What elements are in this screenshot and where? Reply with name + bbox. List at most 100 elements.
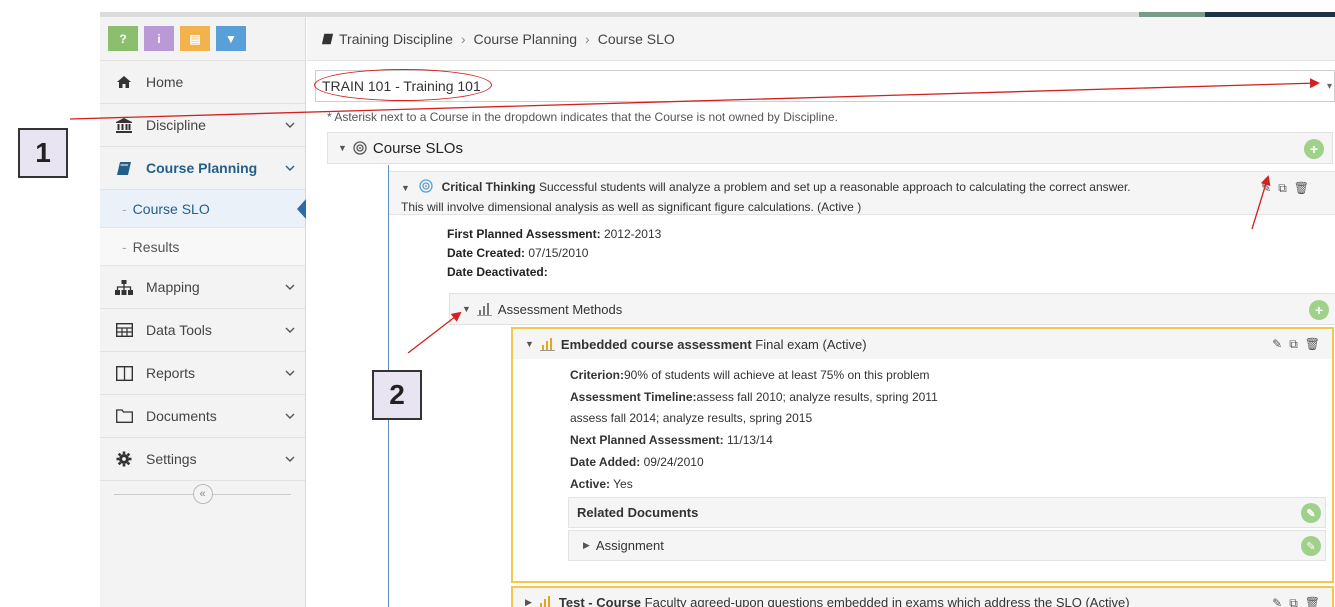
method-subtitle: Final exam (Active): [755, 336, 867, 352]
critical-thinking-header[interactable]: ▼ Critical Thinking Successful students …: [389, 171, 1335, 215]
slo-title: Critical Thinking: [441, 180, 536, 194]
detail-label: Assessment Timeline:: [570, 389, 697, 404]
sidebar: ? i ▤ ▼ Home Discipline Course Planning …: [100, 17, 306, 607]
related-documents-header[interactable]: Related Documents ✎: [568, 497, 1326, 528]
caret-right-icon[interactable]: ▶: [525, 597, 532, 607]
sidebar-item-data-tools[interactable]: Data Tools: [100, 309, 305, 352]
annotation-ellipse: [314, 69, 492, 101]
sidebar-subitem-course-slo[interactable]: - Course SLO: [100, 190, 306, 228]
trash-icon[interactable]: 🗑: [1305, 337, 1320, 352]
assessment-methods-label: Assessment Methods: [497, 301, 623, 317]
help-button[interactable]: ?: [108, 26, 138, 51]
sidebar-item-label: Home: [146, 74, 184, 90]
method-subtitle: Faculty agreed-upon questions embedded i…: [644, 594, 1130, 607]
gear-icon: [114, 451, 134, 467]
embedded-assessment-header[interactable]: ▼ Embedded course assessment Final exam …: [513, 329, 1332, 359]
table-icon: [114, 323, 134, 337]
target-icon: [419, 179, 433, 193]
edit-icon[interactable]: ✎: [1261, 179, 1271, 198]
test-course-header[interactable]: ▶ Test - Course Faculty agreed-upon ques…: [511, 586, 1334, 607]
sidebar-item-home[interactable]: Home: [100, 61, 305, 104]
main-content: Training Discipline › Course Planning › …: [307, 17, 1335, 607]
copy-icon[interactable]: ⧉: [1278, 179, 1287, 198]
chevron-down-icon: [275, 453, 305, 465]
breadcrumb-item-course-slo: Course SLO: [597, 30, 675, 47]
detail-label: Active:: [570, 476, 611, 491]
wrench-icon[interactable]: ✎: [1301, 503, 1321, 523]
detail-value: Yes: [610, 476, 633, 491]
edit-icon[interactable]: ✎: [1272, 596, 1282, 607]
sidebar-toolbar: ? i ▤ ▼: [100, 17, 305, 61]
sidebar-subitem-label: Course SLO: [132, 200, 210, 217]
embedded-assessment-block: ▼ Embedded course assessment Final exam …: [511, 327, 1334, 583]
edit-icon[interactable]: ✎: [1272, 337, 1282, 352]
notes-button[interactable]: ▤: [180, 26, 210, 51]
home-icon: [114, 75, 134, 89]
wrench-icon[interactable]: ✎: [1301, 536, 1321, 556]
sidebar-item-settings[interactable]: Settings: [100, 438, 305, 481]
target-icon: [353, 141, 367, 155]
detail-value: 2012-2013: [600, 227, 662, 241]
assignment-row[interactable]: ▶ Assignment ✎: [568, 530, 1326, 561]
sidebar-item-label: Settings: [146, 451, 197, 467]
sidebar-item-documents[interactable]: Documents: [100, 395, 305, 438]
sidebar-subitem-label: Results: [132, 238, 180, 255]
detail-value: assess fall 2010; analyze results, sprin…: [696, 389, 938, 404]
breadcrumb-item-discipline[interactable]: Training Discipline: [339, 31, 453, 47]
folder-icon: [114, 409, 134, 423]
chevron-down-icon: [275, 367, 305, 379]
caret-down-icon[interactable]: ▼: [338, 143, 347, 153]
add-assessment-method-button[interactable]: +: [1309, 300, 1329, 320]
breadcrumb-separator: ›: [585, 30, 590, 47]
copy-icon[interactable]: ⧉: [1289, 337, 1298, 352]
sidebar-item-label: Reports: [146, 365, 196, 381]
active-indicator: [297, 198, 306, 219]
sidebar-item-mapping[interactable]: Mapping: [100, 266, 305, 309]
detail-value: 07/15/2010: [525, 246, 589, 260]
related-documents-label: Related Documents: [577, 505, 699, 520]
bar-chart-icon: [538, 595, 553, 607]
screen: { "toolbar": { "buttons": [ {"label": "?…: [0, 0, 1335, 607]
detail-value: assess fall 2014; analyze results, sprin…: [570, 411, 813, 426]
asterisk-note: * Asterisk next to a Course in the dropd…: [327, 110, 838, 124]
sidebar-item-reports[interactable]: Reports: [100, 352, 305, 395]
detail-label: Date Added:: [570, 454, 641, 469]
sidebar-item-label: Discipline: [146, 117, 206, 133]
detail-label: Next Planned Assessment:: [570, 433, 724, 448]
method-details: Criterion:90% of students will achieve a…: [570, 365, 938, 495]
caret-down-icon[interactable]: ▼: [525, 339, 534, 349]
filter-button[interactable]: ▼: [216, 26, 246, 51]
trash-icon[interactable]: 🗑: [1305, 596, 1320, 607]
copy-icon[interactable]: ⧉: [1289, 596, 1298, 607]
collapse-sidebar-button[interactable]: «: [192, 484, 213, 504]
course-slos-label: Course SLOs: [372, 139, 463, 157]
sidebar-subitem-results[interactable]: - Results: [100, 228, 305, 266]
assignment-label: Assignment: [595, 538, 664, 553]
sidebar-item-discipline[interactable]: Discipline: [100, 104, 305, 147]
bar-chart-icon: [539, 337, 555, 351]
info-button[interactable]: i: [144, 26, 174, 51]
chevron-down-icon: [275, 410, 305, 422]
caret-right-icon[interactable]: ▶: [583, 540, 590, 551]
caret-down-icon[interactable]: ▼: [401, 183, 410, 193]
course-slos-header[interactable]: ▼ Course SLOs +: [327, 132, 1333, 164]
method-actions: ✎ ⧉ 🗑: [1272, 337, 1320, 352]
detail-label: First Planned Assessment:: [447, 227, 601, 241]
sidebar-item-course-planning[interactable]: Course Planning: [100, 147, 305, 190]
add-slo-button[interactable]: +: [1304, 139, 1324, 159]
book-icon: [321, 33, 334, 45]
sidebar-collapse-row: «: [100, 481, 305, 507]
breadcrumb-item-course-planning[interactable]: Course Planning: [474, 31, 578, 47]
trash-icon[interactable]: 🗑: [1294, 179, 1309, 198]
slo-description-continued: This will involve dimensional analysis a…: [401, 200, 862, 214]
critical-thinking-block: ▼ Critical Thinking Successful students …: [388, 165, 1335, 607]
caret-down-icon[interactable]: ▼: [462, 304, 471, 314]
assessment-methods-header[interactable]: ▼ Assessment Methods +: [449, 293, 1335, 325]
sidebar-item-label: Data Tools: [146, 322, 212, 338]
slo-description: Successful students will analyze a probl…: [538, 180, 1131, 194]
bar-chart-icon: [476, 302, 492, 316]
breadcrumb: Training Discipline › Course Planning › …: [307, 17, 1335, 61]
book-icon: [114, 161, 134, 176]
chevron-down-icon: [275, 162, 305, 174]
caret-down-icon[interactable]: ▾: [1327, 81, 1332, 92]
